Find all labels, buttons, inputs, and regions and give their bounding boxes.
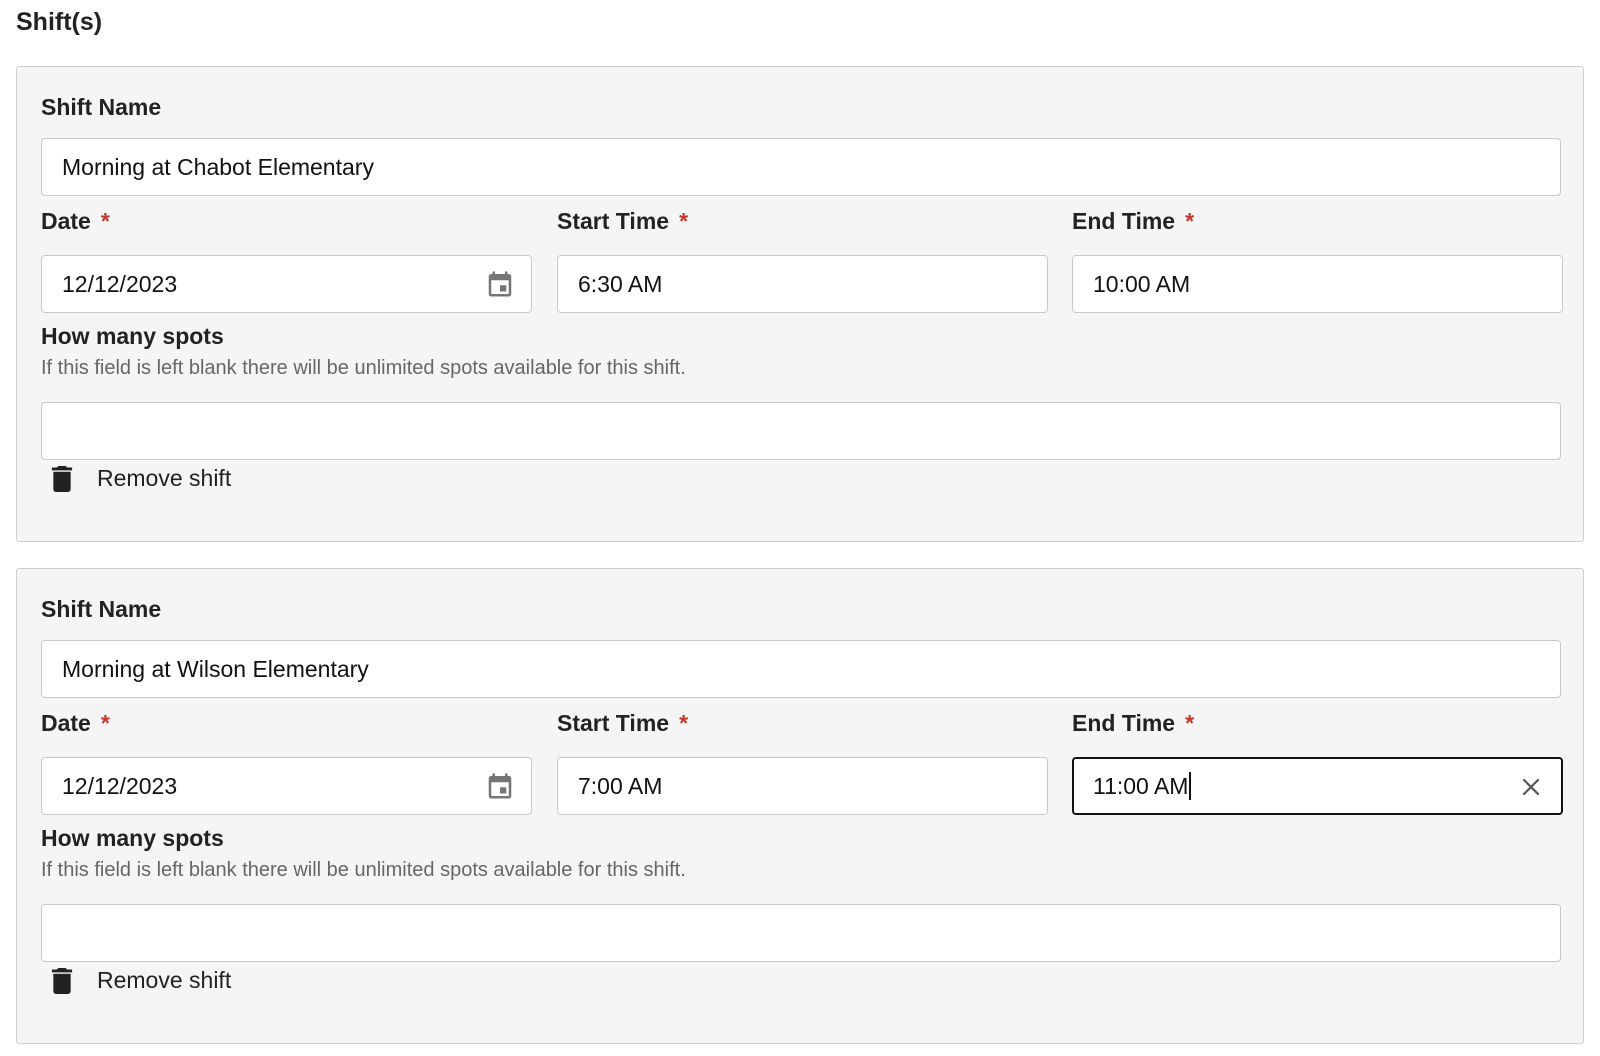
end-time-label: End Time *: [1072, 710, 1195, 736]
shift-card: Shift Name Morning at Wilson Elementary …: [16, 568, 1584, 1044]
text-cursor: [1189, 772, 1192, 800]
trash-icon: [51, 967, 73, 994]
remove-shift-button[interactable]: Remove shift: [51, 465, 231, 492]
section-title: Shift(s): [16, 8, 103, 36]
spots-label: How many spots: [41, 825, 224, 851]
date-input[interactable]: 12/12/2023: [41, 255, 532, 313]
spots-label: How many spots: [41, 323, 224, 349]
shift-name-value: Morning at Chabot Elementary: [62, 153, 374, 180]
shift-name-input[interactable]: Morning at Chabot Elementary: [41, 138, 1561, 196]
trash-icon: [51, 465, 73, 492]
end-time-value: 10:00 AM: [1093, 270, 1191, 297]
end-time-label: End Time *: [1072, 208, 1195, 234]
remove-shift-label: Remove shift: [97, 967, 232, 993]
calendar-icon[interactable]: [485, 771, 515, 801]
required-marker: *: [1185, 208, 1195, 234]
date-label: Date *: [41, 710, 110, 736]
required-marker: *: [679, 710, 689, 736]
spots-input[interactable]: [41, 904, 1561, 962]
required-marker: *: [100, 208, 110, 234]
required-marker: *: [679, 208, 689, 234]
spots-hint: If this field is left blank there will b…: [41, 859, 686, 881]
shift-name-value: Morning at Wilson Elementary: [62, 655, 369, 682]
shift-card: Shift Name Morning at Chabot Elementary …: [16, 66, 1584, 542]
start-time-input[interactable]: 7:00 AM: [557, 757, 1048, 815]
required-marker: *: [100, 710, 110, 736]
date-input[interactable]: 12/12/2023: [41, 757, 532, 815]
required-marker: *: [1185, 710, 1195, 736]
start-time-label: Start Time *: [557, 710, 689, 736]
date-label: Date *: [41, 208, 110, 234]
start-time-value: 7:00 AM: [578, 772, 663, 799]
calendar-icon[interactable]: [485, 269, 515, 299]
date-value: 12/12/2023: [62, 270, 178, 297]
shift-name-label: Shift Name: [41, 94, 162, 120]
close-icon[interactable]: [1519, 775, 1543, 799]
spots-hint: If this field is left blank there will b…: [41, 357, 686, 379]
start-time-input[interactable]: 6:30 AM: [557, 255, 1048, 313]
start-time-value: 6:30 AM: [578, 270, 663, 297]
spots-input[interactable]: [41, 402, 1561, 460]
shift-name-input[interactable]: Morning at Wilson Elementary: [41, 640, 1561, 698]
start-time-label: Start Time *: [557, 208, 689, 234]
remove-shift-label: Remove shift: [97, 465, 232, 491]
date-value: 12/12/2023: [62, 772, 178, 799]
end-time-value: 11:00 AM: [1093, 772, 1189, 799]
end-time-input[interactable]: 11:00 AM: [1072, 757, 1563, 815]
shift-name-label: Shift Name: [41, 596, 162, 622]
remove-shift-button[interactable]: Remove shift: [51, 967, 231, 994]
end-time-input[interactable]: 10:00 AM: [1072, 255, 1563, 313]
